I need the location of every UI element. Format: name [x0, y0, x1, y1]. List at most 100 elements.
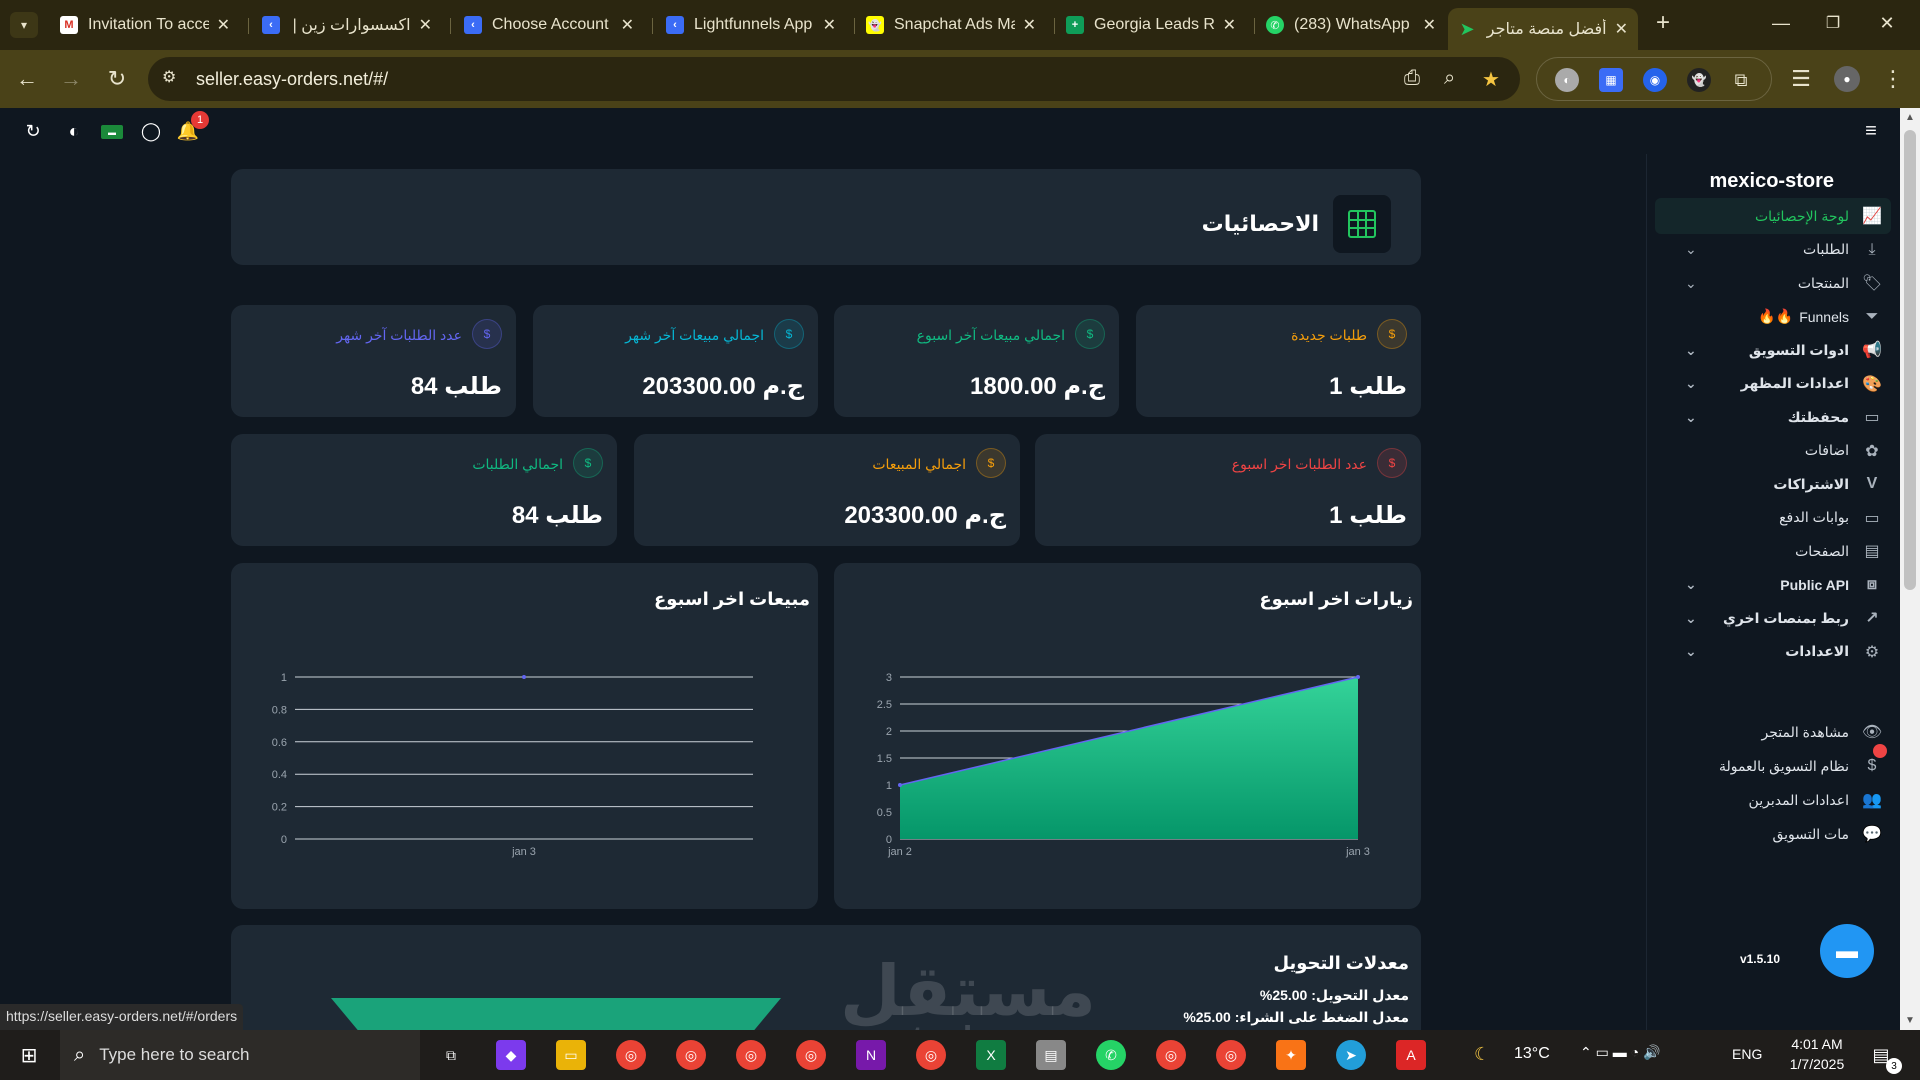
browser-tab[interactable]: ‹ Lightfunnels App ✕ [656, 8, 846, 42]
excel-icon[interactable]: X [976, 1040, 1006, 1070]
chrome-icon[interactable]: ◎ [736, 1040, 766, 1070]
tab-search-button[interactable]: ▾ [10, 12, 38, 38]
sidebar-bottom-item[interactable]: مات التسويق 💬 [1655, 816, 1891, 852]
puzzle-icon: ✿ [1865, 442, 1879, 460]
funnel-icon: ⏷ [1865, 307, 1879, 325]
file-explorer-icon[interactable]: ▭ [556, 1040, 586, 1070]
site-info-icon[interactable]: ⚙ [162, 67, 176, 87]
chrome-icon[interactable]: ◎ [796, 1040, 826, 1070]
windows-start-icon[interactable]: ⊞ [14, 1040, 44, 1070]
kpi-label: اجمالي المبيعات [872, 456, 966, 472]
restore-button[interactable]: ❐ [1822, 12, 1844, 34]
conversion-rate: معدل التحويل: 25.00% [1259, 987, 1409, 1003]
zoom-icon[interactable]: ⌕ [1444, 67, 1455, 90]
sidebar-item[interactable]: الصفحات ▤ [1655, 533, 1891, 569]
task-view-icon[interactable]: ⧉ [436, 1040, 466, 1070]
sidebar-bottom-item[interactable]: اعدادات المدبرين 👥 [1655, 782, 1891, 818]
sidebar-item[interactable]: اضافات ✿ [1655, 433, 1891, 469]
chrome-icon[interactable]: ◎ [616, 1040, 646, 1070]
browser-tab[interactable]: ✆ (283) WhatsApp ✕ [1256, 8, 1446, 42]
close-icon[interactable]: ✕ [1615, 19, 1628, 39]
telegram-icon[interactable]: ➤ [1336, 1040, 1366, 1070]
close-icon[interactable]: ✕ [621, 15, 634, 35]
media-control-icon[interactable]: ☰ [1786, 64, 1816, 94]
sidebar-item[interactable]: 🔥🔥 Funnels ⏷ [1655, 299, 1891, 335]
sidebar-item-label: اعدادات المدبرين [1748, 791, 1849, 808]
url-text[interactable]: seller.easy-orders.net/#/ [196, 69, 388, 90]
close-icon[interactable]: ✕ [419, 15, 432, 35]
browser-tab[interactable]: 👻 Snapchat Ads Manager ✕ [856, 8, 1046, 42]
sidebar-item-label: لوحة الإحصائيات [1754, 207, 1849, 224]
close-icon[interactable]: ✕ [1023, 15, 1036, 35]
sidebar-bottom-item[interactable]: مشاهدة المتجر 👁 [1655, 714, 1891, 750]
kebab-menu-icon[interactable]: ⋮ [1878, 64, 1908, 94]
chrome-icon[interactable]: ◎ [1156, 1040, 1186, 1070]
sales-chart: 0 0.2 0.4 0.6 0.8 1 jan 3 [272, 672, 753, 858]
address-bar[interactable]: ⚙ seller.easy-orders.net/#/ ⎙ ⌕ ★ [148, 57, 1520, 101]
avatar[interactable]: ● [1834, 66, 1860, 92]
sidebar-bottom-item[interactable]: نظام التسويق بالعمولة $ [1655, 744, 1891, 784]
new-tab-button[interactable]: + [1652, 9, 1674, 36]
whatsapp-icon[interactable]: ✆ [1096, 1040, 1126, 1070]
back-button[interactable]: ← [12, 64, 42, 94]
sidebar-item[interactable]: ⌄ ادوات التسويق 📢 [1655, 332, 1891, 368]
pdf-icon[interactable]: A [1396, 1040, 1426, 1070]
close-window-button[interactable]: ✕ [1876, 12, 1898, 34]
kpi-card: $ عدد الطلبات اخر اسبوع 1 طلب [1035, 434, 1421, 546]
onenote-icon[interactable]: N [856, 1040, 886, 1070]
close-icon[interactable]: ✕ [823, 15, 836, 35]
sidebar-item[interactable]: بوابات الدفع ▭ [1655, 500, 1891, 536]
sidebar-item[interactable]: ⌄ الاعدادات ⚙ [1655, 634, 1891, 670]
hamburger-menu-icon[interactable]: ≡ [1860, 120, 1882, 142]
temperature: 13°C [1514, 1045, 1550, 1062]
puzzle-extensions-icon[interactable]: ⧉ [1729, 68, 1753, 92]
clock[interactable]: 4:01 AM 1/7/2025 [1782, 1036, 1852, 1072]
x-tick-label: jan 2 [887, 846, 912, 858]
bookmark-star-icon[interactable]: ★ [1482, 67, 1500, 92]
sidebar-item[interactable]: ⌄ ربط بمنصات اخري ↗ [1655, 600, 1891, 636]
chat-icon: 💬 [1862, 826, 1882, 843]
extension-icon[interactable]: ◉ [1643, 68, 1667, 92]
user-circle-icon[interactable]: ◯ [140, 120, 162, 142]
sidebar-item[interactable]: الاشتراكات V [1655, 466, 1891, 502]
taskbar-search[interactable]: ⌕ Type here to search [60, 1030, 420, 1080]
install-app-icon[interactable]: ⎙ [1404, 67, 1420, 90]
sidebar-item[interactable]: ⌄ الطلبات ⤓ [1655, 232, 1891, 268]
refresh-icon[interactable]: ↻ [22, 120, 44, 142]
extension-icon[interactable]: ▦ [1599, 68, 1623, 92]
chrome-icon[interactable]: ◎ [676, 1040, 706, 1070]
snapchat-extension-icon[interactable]: 👻 [1687, 68, 1711, 92]
system-tray-icons[interactable]: ⌃ ▭ ▬ ◔ 🔊 [1580, 1044, 1660, 1061]
chrome-icon[interactable]: ◎ [916, 1040, 946, 1070]
page-scrollbar[interactable]: ▲ ▼ [1900, 108, 1920, 1030]
browser-tab[interactable]: + Georgia Leads Report ✕ [1056, 8, 1246, 42]
copilot-icon[interactable]: ◆ [496, 1040, 526, 1070]
sidebar-item-label: Funnels [1799, 308, 1849, 325]
browser-tab[interactable]: ‹ Choose Account ✕ [454, 8, 644, 42]
forward-button[interactable]: → [56, 64, 86, 94]
sidebar-item[interactable]: ⌄ المنتجات 🏷 [1655, 265, 1891, 301]
close-icon[interactable]: ✕ [1423, 15, 1436, 35]
browser-tab[interactable]: ‹ اكسسوارات زين | ✕ [252, 8, 442, 42]
close-icon[interactable]: ✕ [1223, 15, 1236, 35]
language-indicator[interactable]: ENG [1732, 1046, 1762, 1062]
extension-icon[interactable]: ◐ [1555, 68, 1579, 92]
browser-tab-active[interactable]: ➤ أفضل منصة متاجر ✕ [1448, 8, 1638, 50]
y-tick-label: 1.5 [877, 753, 892, 765]
saudi-flag-icon[interactable]: ▬ [101, 125, 123, 139]
notepad-icon[interactable]: ▤ [1036, 1040, 1066, 1070]
reload-button[interactable]: ↻ [102, 64, 132, 94]
minimize-button[interactable]: — [1770, 12, 1792, 34]
y-tick-label: 0 [281, 834, 287, 846]
kpi-label: اجمالي مبيعات آخر اسبوع [916, 327, 1065, 343]
theme-toggle-icon[interactable]: ◐ [63, 120, 85, 142]
chat-bubble-icon[interactable]: ▬ [1820, 924, 1874, 978]
chrome-icon[interactable]: ◎ [1216, 1040, 1246, 1070]
close-icon[interactable]: ✕ [217, 15, 230, 35]
sidebar-item[interactable]: ⌄ محفظتك ▭ [1655, 399, 1891, 435]
sidebar-item[interactable]: ⌄ Public API ⧈ [1655, 567, 1891, 603]
browser-tab[interactable]: M Invitation To access ✕ [50, 8, 240, 42]
sidebar-item[interactable]: لوحة الإحصائيات 📈 [1655, 198, 1891, 234]
fl-studio-icon[interactable]: ✦ [1276, 1040, 1306, 1070]
sidebar-item[interactable]: ⌄ اعدادات المظهر 🎨 [1655, 366, 1891, 402]
